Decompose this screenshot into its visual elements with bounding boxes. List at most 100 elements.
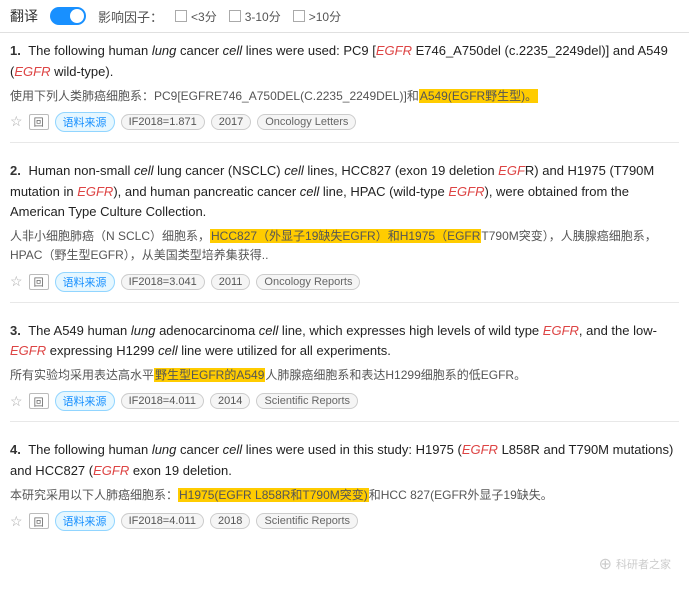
filter-lt3[interactable]: <3分 [175,8,217,25]
r3-e5: line, which expresses high levels of wil… [278,323,542,338]
result-4-if-tag: IF2018=4.011 [121,513,204,529]
result-3-star[interactable]: ☆ [10,393,23,410]
r1-e8: EGFR [14,64,50,79]
result-3-year-tag: 2014 [210,393,250,409]
r2-e1: Human non-small [28,163,134,178]
r4-c3: 和HCC 827(EGFR外显子19缺失。 [369,488,553,502]
filter-3to10-checkbox[interactable] [229,10,241,22]
r3-e2: lung [131,323,156,338]
r4-e3: cancer [176,442,222,457]
result-4-year-tag: 2018 [210,513,250,529]
result-3-en: 3. The A549 human lung adenocarcinoma ce… [10,321,679,363]
r1-e5: lines were used: PC9 [ [242,43,376,58]
r2-c2-highlight: HCC827（外显子19缺失EGFR）和H1975（EGFR [210,229,481,243]
r2-e11: line, HPAC (wild-type [319,184,448,199]
r3-c1: 所有实验均采用表达高水平 [10,368,154,382]
r3-e7: , and the low- [579,323,657,338]
r3-e4: cell [259,323,279,338]
filter-3to10-label: 3-10分 [245,8,281,25]
r3-e1: The A549 human [28,323,131,338]
r1-e9: wild-type). [50,64,113,79]
filter-lt3-label: <3分 [191,8,217,25]
r3-e3: adenocarcinoma [155,323,258,338]
result-3-source-tag[interactable]: 语料来源 [55,391,115,411]
result-4-meta: ☆ 回 语料来源 IF2018=4.011 2018 Scientific Re… [10,511,679,531]
r3-c2-highlight: 野生型EGFR的A549 [154,368,265,382]
result-3-number: 3. [10,323,21,338]
result-4-number: 4. [10,442,21,457]
r4-e1: The following human [28,442,152,457]
r2-e6: EGF [498,163,525,178]
result-1-star[interactable]: ☆ [10,113,23,130]
result-1-source-tag[interactable]: 语料来源 [55,112,115,132]
r4-e2: lung [152,442,177,457]
watermark: ⊕ 科研者之家 [599,554,671,574]
result-4-en: 4. The following human lung cancer cell … [10,440,679,482]
r3-e6: EGFR [543,323,579,338]
r4-e5: lines were used in this study: H1975 ( [242,442,462,457]
result-item-4: 4. The following human lung cancer cell … [10,440,679,541]
r2-e10: cell [300,184,320,199]
r2-e3: lung cancer (NSCLC) [153,163,284,178]
r1-c1: 使用下列人类肺癌细胞系：PC9[EGFRE746_A750DEL(C.2235_… [10,89,419,103]
result-item-1: 1. The following human lung cancer cell … [10,41,679,143]
result-2-source-tag[interactable]: 语料来源 [55,272,115,292]
r3-c3: 人肺腺癌细胞系和表达H1299细胞系的低EGFR。 [265,368,526,382]
result-2-number: 2. [10,163,21,178]
r2-e4: cell [284,163,304,178]
result-4-cn: 本研究采用以下人肺癌细胞系：H1975(EGFR L858R和T790M突变)和… [10,486,679,505]
filter-gt10[interactable]: >10分 [293,8,341,25]
r2-e8: EGFR [77,184,113,199]
result-2-star[interactable]: ☆ [10,273,23,290]
result-2-year-tag: 2011 [211,274,251,290]
result-1-journal-tag: Oncology Letters [257,114,356,130]
toggle-knob [70,9,84,23]
r2-c1: 人非小细胞肺癌（N SCLC）细胞系， [10,229,210,243]
filter-3to10[interactable]: 3-10分 [229,8,281,25]
result-2-en: 2. Human non-small cell lung cancer (NSC… [10,161,679,223]
result-3-meta: ☆ 回 语料来源 IF2018=4.011 2014 Scientific Re… [10,391,679,411]
r4-e4: cell [223,442,243,457]
result-3-cite[interactable]: 回 [29,393,49,409]
result-4-source-tag[interactable]: 语料来源 [55,511,115,531]
result-1-cite[interactable]: 回 [29,114,49,130]
r2-e9: ), and human pancreatic cancer [113,184,299,199]
r1-e2: lung [152,43,177,58]
r1-e6: EGFR [376,43,412,58]
r1-e1: The following human [28,43,152,58]
results-list: 1. The following human lung cancer cell … [0,33,689,569]
result-2-cite[interactable]: 回 [29,274,49,290]
result-item-3: 3. The A549 human lung adenocarcinoma ce… [10,321,679,423]
result-2-if-tag: IF2018=3.041 [121,274,205,290]
result-1-year-tag: 2017 [211,114,251,130]
r2-e5: lines, HCC827 (exon 19 deletion [304,163,498,178]
r3-e10: cell [158,343,178,358]
result-1-number: 1. [10,43,21,58]
result-1-meta: ☆ 回 语料来源 IF2018=1.871 2017 Oncology Lett… [10,112,679,132]
filter-lt3-checkbox[interactable] [175,10,187,22]
watermark-text: 科研者之家 [616,556,671,572]
result-3-journal-tag: Scientific Reports [256,393,358,409]
result-1-en: 1. The following human lung cancer cell … [10,41,679,83]
result-4-cite[interactable]: 回 [29,513,49,529]
filter-gt10-label: >10分 [309,8,341,25]
filter-label: 影响因子： [98,7,163,26]
filter-gt10-checkbox[interactable] [293,10,305,22]
r1-c2-highlight: A549(EGFR野生型)。 [419,89,538,103]
result-4-star[interactable]: ☆ [10,513,23,530]
translate-toggle[interactable] [50,7,86,25]
r4-c2-highlight: H1975(EGFR L858R和T790M突变) [178,488,369,502]
result-2-meta: ☆ 回 语料来源 IF2018=3.041 2011 Oncology Repo… [10,272,679,292]
r2-e2: cell [134,163,154,178]
result-4-journal-tag: Scientific Reports [256,513,358,529]
r1-e4: cell [223,43,243,58]
result-3-if-tag: IF2018=4.011 [121,393,204,409]
r3-e8: EGFR [10,343,46,358]
result-3-cn: 所有实验均采用表达高水平野生型EGFR的A549人肺腺癌细胞系和表达H1299细… [10,366,679,385]
r4-e8: EGFR [93,463,129,478]
r3-e9: expressing H1299 [46,343,158,358]
translate-label: 翻译 [10,6,38,26]
result-1-if-tag: IF2018=1.871 [121,114,205,130]
result-1-cn: 使用下列人类肺癌细胞系：PC9[EGFRE746_A750DEL(C.2235_… [10,87,679,106]
result-item-2: 2. Human non-small cell lung cancer (NSC… [10,161,679,303]
